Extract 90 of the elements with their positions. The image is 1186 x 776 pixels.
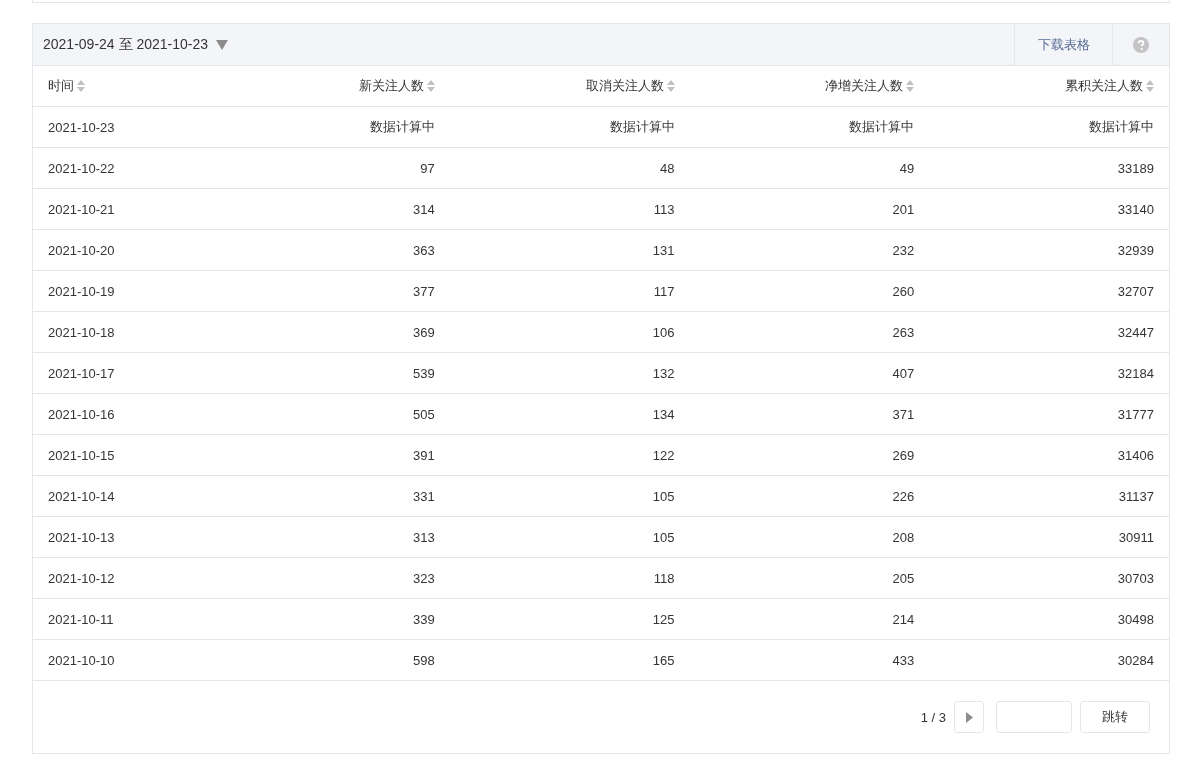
next-icon	[965, 711, 973, 723]
table-cell: 2021-10-18	[48, 324, 115, 340]
table-cell: 2021-10-17	[48, 365, 115, 381]
table-cell: 117	[653, 283, 675, 299]
table-cell: 105	[652, 529, 675, 545]
table-cell: 208	[892, 529, 915, 545]
table-cell: 539	[413, 365, 435, 381]
table-cell: 331	[413, 488, 435, 504]
table-cell: 2021-10-14	[48, 488, 115, 504]
table-cell: 505	[413, 406, 435, 422]
table-cell: 2021-10-20	[48, 242, 115, 258]
table-cell: 数据计算中	[609, 119, 675, 134]
column-header[interactable]: 新关注人数	[358, 77, 435, 95]
table-cell: 165	[652, 652, 675, 668]
table-cell: 32939	[1117, 242, 1154, 258]
sort-icon	[426, 80, 435, 92]
table-cell: 30284	[1117, 652, 1154, 668]
table-cell: 269	[892, 447, 915, 463]
table-cell: 2021-10-15	[48, 447, 115, 463]
table-cell: 2021-10-19	[48, 283, 115, 299]
table-cell: 2021-10-16	[48, 406, 115, 422]
column-header[interactable]: 净增关注人数	[825, 77, 915, 95]
date-range-dropdown[interactable]: 2021-09-24 至 2021-10-23	[33, 24, 228, 65]
column-header[interactable]: 时间	[48, 77, 85, 95]
table-cell: 2021-10-13	[48, 529, 115, 545]
table-cell: 32707	[1117, 283, 1154, 299]
table-cell: 260	[892, 283, 915, 299]
column-header[interactable]: 取消关注人数	[585, 77, 675, 95]
date-range-text: 2021-09-24 至 2021-10-23	[43, 35, 208, 54]
table-cell: 105	[652, 488, 675, 504]
table-cell: 232	[892, 242, 915, 258]
table-cell: 113	[653, 201, 675, 217]
table-cell: 30911	[1118, 529, 1154, 545]
table-cell: 132	[652, 365, 675, 381]
table-cell: 数据计算中	[369, 119, 435, 134]
table-cell: 131	[652, 242, 675, 258]
table-cell: 2021-10-10	[48, 652, 115, 668]
table-cell: 323	[413, 570, 435, 586]
table-cell: 32184	[1117, 365, 1154, 381]
table-cell: 391	[413, 447, 435, 463]
table-cell: 2021-10-12	[48, 570, 115, 586]
table-cell: 125	[652, 611, 675, 627]
sort-icon	[906, 80, 915, 92]
table-cell: 31777	[1117, 406, 1154, 422]
sort-icon	[77, 80, 85, 92]
table-cell: 数据计算中	[1089, 119, 1154, 134]
table-cell: 205	[892, 570, 915, 586]
table-cell: 48	[660, 160, 675, 176]
table-cell: 33189	[1117, 160, 1154, 176]
table-cell: 339	[413, 611, 435, 627]
table-cell: 31137	[1118, 488, 1154, 504]
download-table-button[interactable]: 下载表格	[1014, 24, 1112, 65]
page-indicator: 1 / 3	[920, 709, 946, 725]
table-cell: 201	[892, 201, 915, 217]
table-cell: 433	[892, 652, 915, 668]
jump-button[interactable]: 跳转	[1080, 701, 1150, 733]
table-cell: 363	[413, 242, 435, 258]
table-cell: 31406	[1117, 447, 1154, 463]
table-cell: 2021-10-11	[48, 611, 114, 627]
table-cell: 2021-10-21	[48, 201, 115, 217]
table-cell: 122	[652, 447, 675, 463]
table-cell: 数据计算中	[849, 119, 915, 134]
table-cell: 407	[892, 365, 915, 381]
table-cell: 226	[892, 488, 915, 504]
table-cell: 313	[413, 529, 435, 545]
caret-icon	[216, 39, 228, 50]
sort-icon	[666, 80, 675, 92]
table-cell: 97	[420, 160, 435, 176]
table-cell: 49	[899, 160, 915, 176]
table-cell: 118	[653, 570, 675, 586]
sort-icon	[1146, 80, 1154, 92]
help-icon	[1133, 36, 1149, 53]
table-cell: 314	[413, 201, 435, 217]
table-cell: 32447	[1117, 324, 1154, 340]
table-cell: 371	[892, 406, 915, 422]
table-cell: 33140	[1117, 201, 1154, 217]
table-cell: 2021-10-23	[48, 119, 115, 135]
column-header[interactable]: 累积关注人数	[1065, 77, 1154, 95]
table-cell: 134	[652, 406, 675, 422]
table-cell: 106	[652, 324, 675, 340]
table-cell: 214	[892, 611, 915, 627]
table-cell: 2021-10-22	[48, 160, 115, 176]
table-cell: 30703	[1117, 570, 1154, 586]
table-cell: 598	[413, 652, 435, 668]
table-cell: 263	[892, 324, 915, 340]
next-page-button[interactable]	[954, 701, 984, 733]
page-number-field[interactable]	[996, 701, 1072, 733]
table-cell: 377	[413, 283, 435, 299]
table-cell: 369	[413, 324, 435, 340]
table-cell: 30498	[1117, 611, 1154, 627]
